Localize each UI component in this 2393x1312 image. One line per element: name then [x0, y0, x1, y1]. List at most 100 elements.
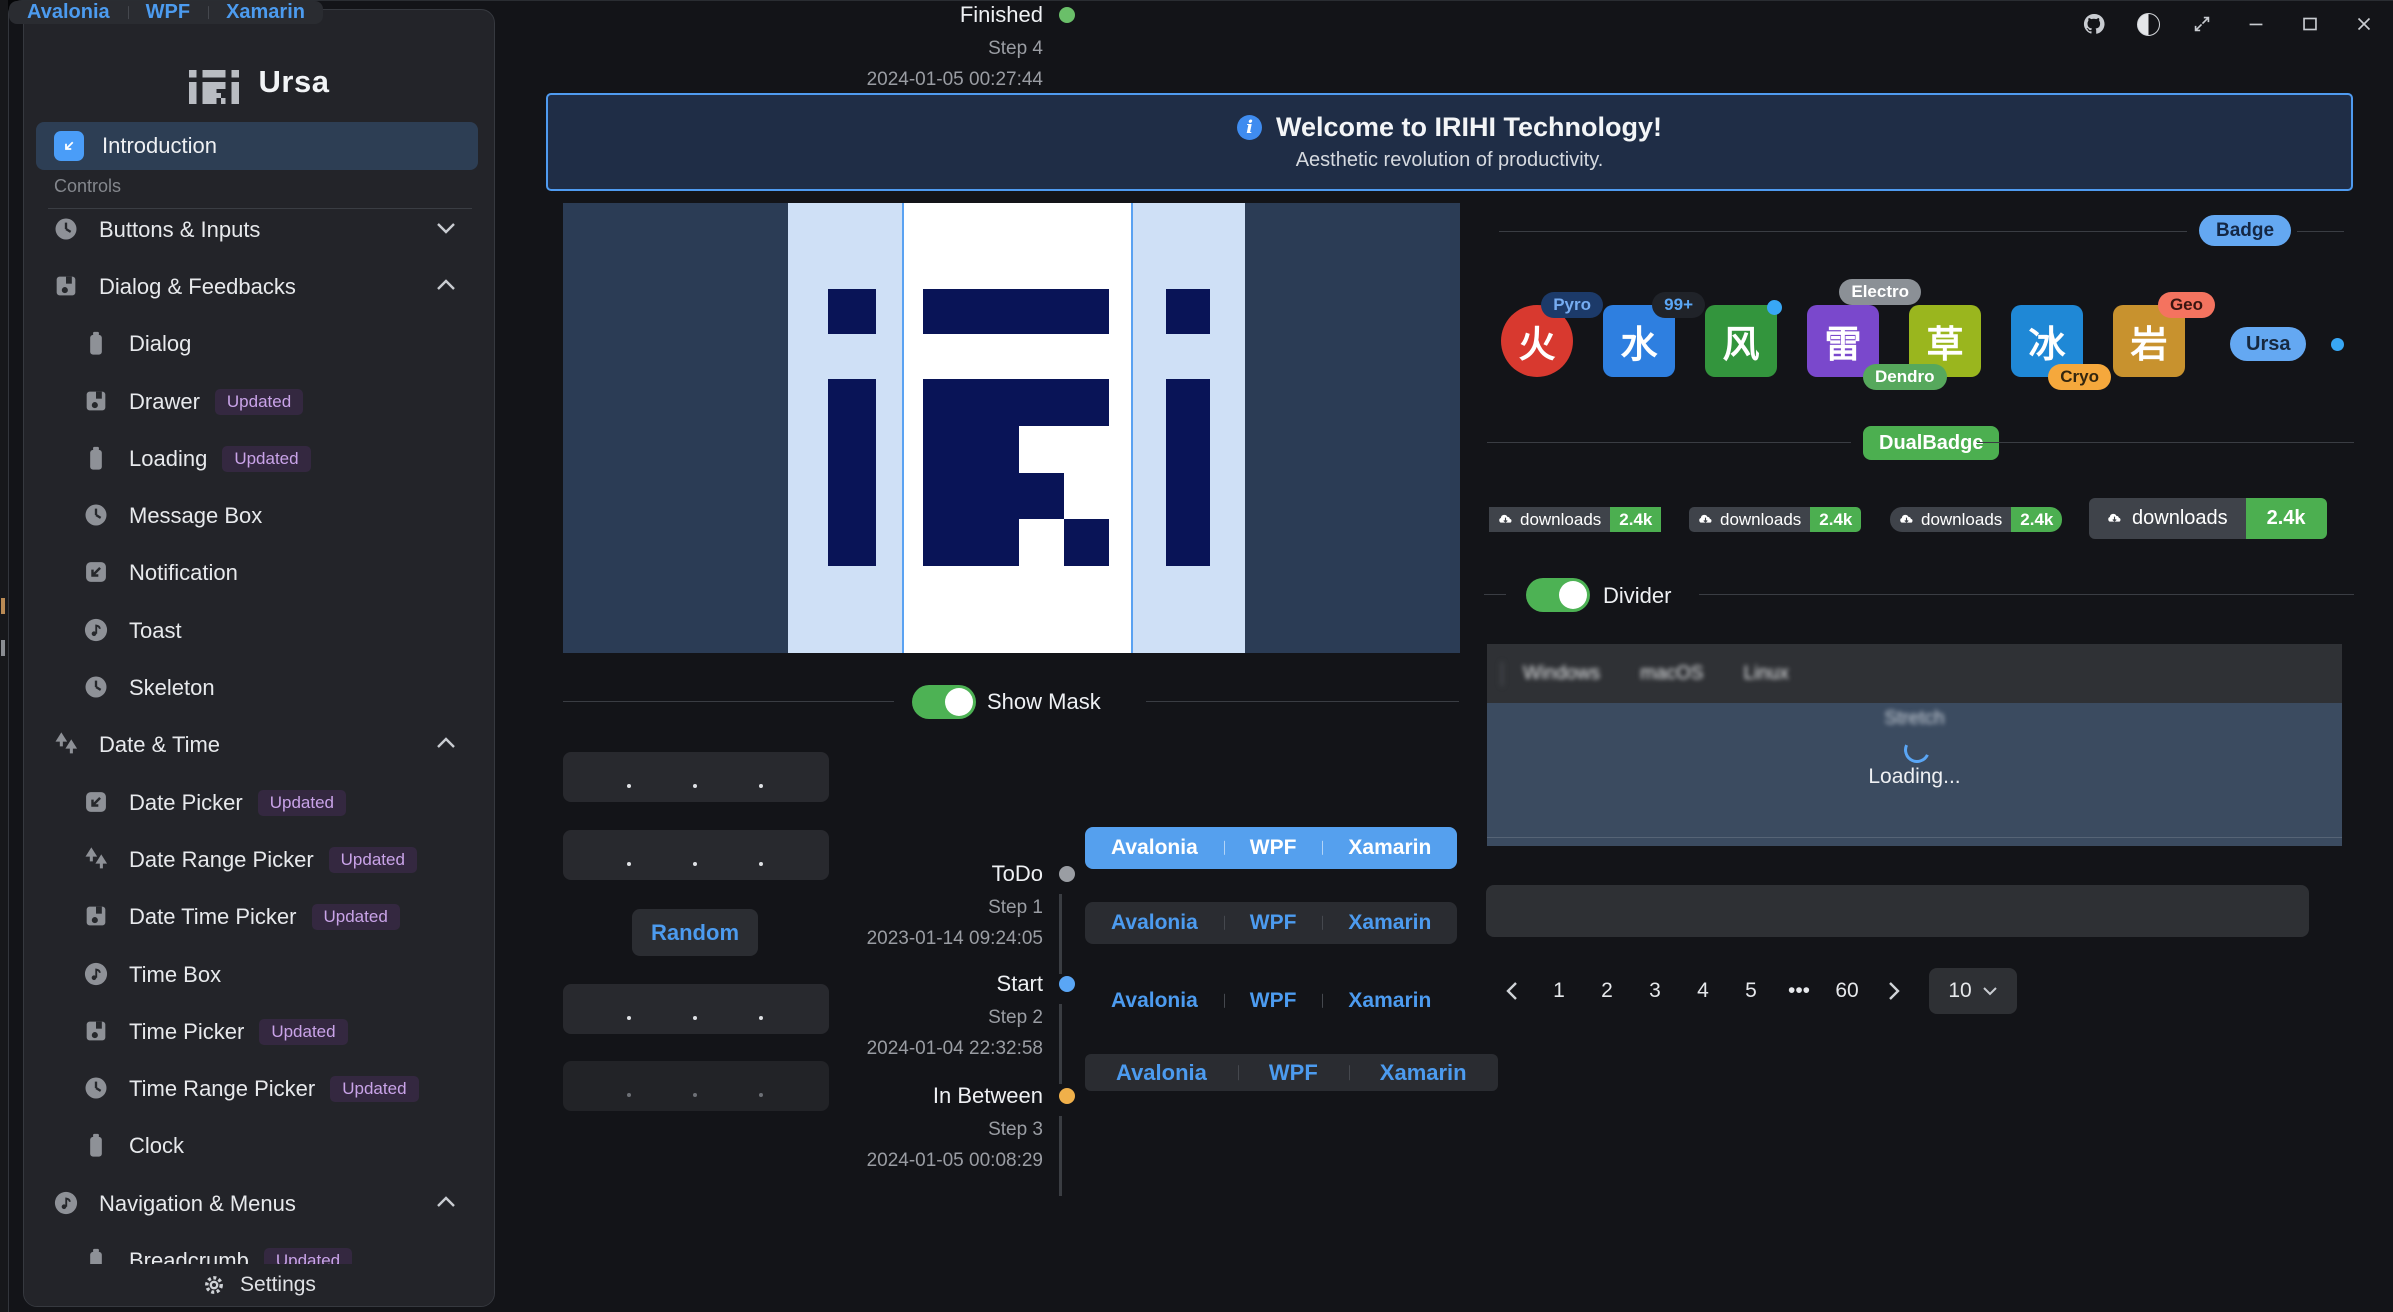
battery-icon: [82, 444, 110, 472]
sidebar-item[interactable]: Date Time Picker Updated: [24, 889, 494, 946]
tile-badge: Geo: [2158, 292, 2215, 318]
sidebar-settings[interactable]: Settings: [24, 1264, 494, 1306]
sidebar-item-introduction[interactable]: Introduction: [36, 122, 478, 170]
chevron-down-icon: [1982, 986, 1998, 996]
option-wpf[interactable]: WPF: [1238, 1060, 1349, 1086]
sidebar-item[interactable]: Loading Updated: [24, 430, 494, 487]
option-xamarin[interactable]: Xamarin: [1322, 836, 1457, 860]
tab-item[interactable]: Windows: [1503, 663, 1620, 685]
sidebar-item[interactable]: Drawer Updated: [24, 373, 494, 430]
sidebar-item-icon: [82, 673, 112, 703]
music-note-icon: [52, 1189, 80, 1217]
expand-icon[interactable]: [2189, 11, 2215, 37]
close-icon[interactable]: [2351, 11, 2377, 37]
next-page-icon[interactable]: [1877, 971, 1911, 1011]
sidebar-item[interactable]: Breadcrumb Updated: [24, 1232, 494, 1266]
option-wpf[interactable]: WPF: [1224, 989, 1323, 1013]
sidebar-item[interactable]: Date & Time: [24, 717, 494, 774]
prev-page-icon[interactable]: [1495, 971, 1529, 1011]
tile-badge: [1767, 300, 1782, 315]
mask-band-light-right: [1132, 203, 1245, 653]
ip-input-1[interactable]: [563, 752, 829, 802]
download-badge: downloads 2.4k: [2089, 498, 2327, 539]
page-number[interactable]: •••: [1775, 971, 1823, 1011]
option-wpf[interactable]: WPF: [128, 1, 208, 24]
divider-line: [1499, 231, 2187, 232]
page-size-select[interactable]: 10: [1929, 968, 2017, 1014]
divider-line: [1484, 594, 1506, 595]
timeline-step: Step 2: [819, 1007, 1075, 1029]
option-xamarin[interactable]: Xamarin: [208, 1, 323, 24]
banner-subtitle: Aesthetic revolution of productivity.: [1296, 149, 1604, 172]
loading-spinner-icon: [1900, 733, 1933, 766]
option-wpf[interactable]: WPF: [1224, 911, 1323, 935]
sidebar-item[interactable]: Time Box: [24, 946, 494, 1003]
page-number[interactable]: 1: [1535, 971, 1583, 1011]
sidebar-item[interactable]: Time Range Picker Updated: [24, 1060, 494, 1117]
sidebar-item[interactable]: Notification: [24, 545, 494, 602]
timeline-step: Step 4: [819, 38, 1075, 60]
sidebar-item[interactable]: Dialog: [24, 316, 494, 373]
battery-icon: [82, 1246, 110, 1266]
floppy-icon: [52, 272, 80, 300]
option-avalonia[interactable]: Avalonia: [1085, 911, 1224, 935]
sidebar-item-icon: [52, 1189, 82, 1219]
empty-text-input[interactable]: [1486, 885, 2309, 937]
sidebar-item[interactable]: Clock: [24, 1118, 494, 1175]
sidebar-item[interactable]: Time Picker Updated: [24, 1003, 494, 1060]
github-icon[interactable]: [2081, 11, 2107, 37]
mask-separator-left[interactable]: [902, 203, 904, 653]
page-number[interactable]: 4: [1679, 971, 1727, 1011]
option-wpf[interactable]: WPF: [1224, 836, 1323, 860]
page-number[interactable]: 2: [1583, 971, 1631, 1011]
cloud-download-icon: [1498, 512, 1513, 527]
cloud-download-icon: [2107, 511, 2122, 526]
sidebar-item[interactable]: Dialog & Feedbacks: [24, 258, 494, 315]
tab-item[interactable]: Linux: [1723, 663, 1808, 685]
download-badge: downloads 2.4k: [1890, 507, 2062, 532]
sidebar-item[interactable]: Navigation & Menus: [24, 1175, 494, 1232]
app-logo-header: Ursa: [24, 60, 494, 104]
sidebar-item[interactable]: Toast: [24, 602, 494, 659]
element-char: 冰: [2029, 314, 2066, 368]
badge-section-label: Badge: [2199, 215, 2291, 246]
ip-input-3[interactable]: [563, 984, 829, 1034]
show-mask-toggle[interactable]: [912, 685, 976, 719]
option-avalonia[interactable]: Avalonia: [9, 1, 128, 24]
updated-badge: Updated: [258, 790, 346, 816]
download-badge: downloads 2.4k: [1689, 507, 1861, 532]
loading-panel-body: Stretch Loading...: [1487, 703, 2342, 846]
banner-title: Welcome to IRIHI Technology!: [1276, 112, 1662, 143]
element-tile: 草 Dendro: [1909, 305, 1981, 377]
info-icon: i: [1237, 115, 1262, 140]
option-avalonia[interactable]: Avalonia: [1085, 1060, 1238, 1086]
sidebar-item[interactable]: Message Box: [24, 487, 494, 544]
ip-input-2[interactable]: [563, 830, 829, 880]
sidebar-item[interactable]: Buttons & Inputs: [24, 201, 494, 258]
maximize-icon[interactable]: [2297, 11, 2323, 37]
sidebar-item-icon: [52, 730, 82, 760]
sidebar-item[interactable]: Date Picker Updated: [24, 774, 494, 831]
download-badge-count: 2.4k: [2246, 498, 2327, 539]
timeline-connector: [1059, 1116, 1062, 1196]
mask-separator-right[interactable]: [1131, 203, 1133, 653]
option-xamarin[interactable]: Xamarin: [1322, 911, 1457, 935]
minimize-icon[interactable]: [2243, 11, 2269, 37]
option-avalonia[interactable]: Avalonia: [1085, 836, 1224, 860]
divider-toggle[interactable]: [1526, 578, 1590, 612]
floppy-icon: [82, 387, 110, 415]
mask-band-dark-right: [1245, 203, 1460, 653]
option-avalonia[interactable]: Avalonia: [1085, 989, 1224, 1013]
page-number[interactable]: 3: [1631, 971, 1679, 1011]
page-number[interactable]: 5: [1727, 971, 1775, 1011]
theme-toggle-icon[interactable]: [2135, 11, 2161, 37]
sidebar-item-label: Date Picker: [129, 790, 243, 816]
option-xamarin[interactable]: Xamarin: [1322, 989, 1457, 1013]
option-xamarin[interactable]: Xamarin: [1349, 1060, 1498, 1086]
sidebar-item[interactable]: Date Range Picker Updated: [24, 831, 494, 888]
timeline-event: Finished Step 4 2024-01-05 00:27:44: [819, 1, 1075, 91]
random-button[interactable]: Random: [632, 909, 758, 956]
page-number[interactable]: 60: [1823, 971, 1871, 1011]
tab-item[interactable]: macOS: [1620, 663, 1723, 685]
sidebar-item[interactable]: Skeleton: [24, 659, 494, 716]
